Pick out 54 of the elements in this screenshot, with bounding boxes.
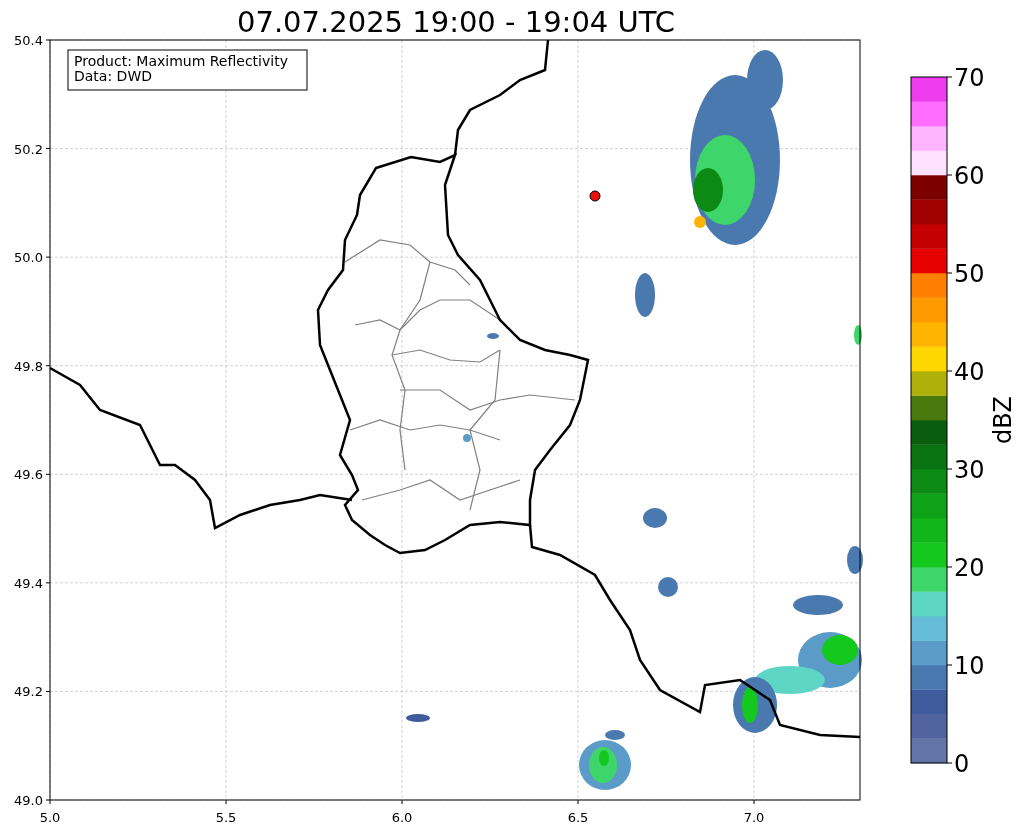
tick-mark <box>45 690 51 692</box>
colorbar-tick-label: 50 <box>954 260 985 288</box>
radar-echo <box>406 714 430 722</box>
tick-label: 49.8 <box>14 358 43 374</box>
tick-label: 49.6 <box>14 467 43 483</box>
tick-mark <box>946 664 953 666</box>
tick-mark <box>946 272 953 274</box>
radar-echo <box>487 333 499 339</box>
colorbar-tick-label: 10 <box>954 652 985 680</box>
tick-mark <box>946 370 953 372</box>
radar-echo <box>643 508 667 528</box>
colorbar-tick-label: 30 <box>954 456 985 484</box>
colorbar-label: dBZ <box>989 395 1017 445</box>
radar-echo <box>635 273 655 317</box>
info-text: Data: DWD <box>74 68 152 84</box>
tick-mark <box>946 76 953 78</box>
colorbar-tick-label: 60 <box>954 162 985 190</box>
tick-label: 7.0 <box>743 810 765 825</box>
tick-mark <box>946 762 953 764</box>
radar-echo <box>847 546 863 574</box>
tick-mark <box>577 799 579 805</box>
tick-label: 5.0 <box>39 810 61 825</box>
tick-label: 49.0 <box>14 793 43 808</box>
tick-mark <box>45 256 51 258</box>
tick-label: 49.2 <box>14 684 43 700</box>
chart-title: 07.07.2025 19:00 - 19:04 UTC <box>237 5 675 39</box>
colorbar-tick-label: 40 <box>954 358 985 386</box>
tick-label: 5.5 <box>215 810 237 825</box>
tick-mark <box>401 799 403 805</box>
tick-label: 49.4 <box>14 575 43 591</box>
tick-mark <box>45 365 51 367</box>
tick-label: 50.4 <box>14 33 43 48</box>
radar-echo <box>658 577 678 597</box>
tick-mark <box>45 473 51 475</box>
radar-echo <box>463 434 471 442</box>
tick-mark <box>45 582 51 584</box>
tick-mark <box>45 39 51 41</box>
radar-echo <box>854 325 862 345</box>
colorbar-tick-label: 0 <box>954 750 970 778</box>
tick-mark <box>225 799 227 805</box>
tick-mark <box>946 468 953 470</box>
tick-label: 50.0 <box>14 250 43 266</box>
info-text: Product: Maximum Reflectivity <box>74 53 288 69</box>
tick-mark <box>946 566 953 568</box>
colorbar-tick-label: 70 <box>954 64 985 92</box>
radar-echo <box>793 595 843 615</box>
tick-mark <box>946 174 953 176</box>
tick-label: 50.2 <box>14 141 43 157</box>
tick-mark <box>753 799 755 805</box>
tick-label: 6.0 <box>391 810 413 825</box>
location-marker <box>589 190 601 202</box>
tick-label: 6.5 <box>567 810 589 825</box>
tick-mark <box>45 148 51 150</box>
colorbar-tick-label: 20 <box>954 554 985 582</box>
